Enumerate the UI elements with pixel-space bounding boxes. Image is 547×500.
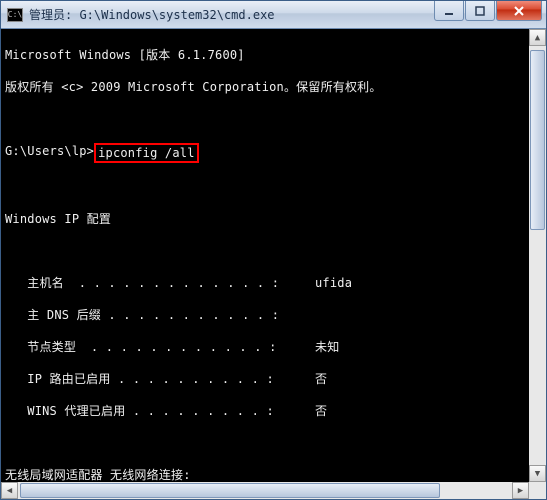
hostname-value: ufida [315,275,352,291]
window-frame: C:\ 管理员: G:\Windows\system32\cmd.exe Mic… [0,0,547,500]
close-button[interactable] [496,1,542,21]
command-text: ipconfig /all [98,146,195,160]
scroll-left-button[interactable]: ◀ [1,482,18,499]
scroll-down-button[interactable]: ▼ [529,465,546,482]
chevron-up-icon: ▲ [535,33,540,43]
header-line2: 版权所有 <c> 2009 Microsoft Corporation。保留所有… [5,79,382,95]
chevron-right-icon: ▶ [518,486,523,496]
node-type-value: 未知 [315,339,339,355]
close-icon [513,5,525,17]
console-output[interactable]: Microsoft Windows [版本 6.1.7600] 版权所有 <c>… [1,29,546,499]
chevron-down-icon: ▼ [535,469,540,479]
node-type-label: 节点类型 . . . . . . . . . . . . : [5,339,315,355]
wins-label: WINS 代理已启用 . . . . . . . . . : [5,403,315,419]
h-track[interactable] [18,482,512,499]
cmd-icon: C:\ [7,8,23,22]
ip-route-label: IP 路由已启用 . . . . . . . . . . : [5,371,315,387]
v-thumb[interactable] [530,50,545,230]
dns-suffix-label: 主 DNS 后缀 . . . . . . . . . . . : [5,307,315,323]
chevron-left-icon: ◀ [7,486,12,496]
window-controls [433,1,546,28]
wins-value: 否 [315,403,327,419]
vertical-scrollbar[interactable]: ▲ ▼ [529,29,546,482]
minimize-button[interactable] [434,1,464,21]
v-track[interactable] [529,46,546,465]
h-thumb[interactable] [20,483,440,498]
titlebar[interactable]: C:\ 管理员: G:\Windows\system32\cmd.exe [1,1,546,29]
maximize-icon [475,6,485,16]
horizontal-scrollbar[interactable]: ◀ ▶ [1,482,529,499]
scrollbar-corner [529,482,546,499]
ip-route-value: 否 [315,371,327,387]
prompt-prefix: G:\Users\lp> [5,143,94,163]
section-ip-title: Windows IP 配置 [5,211,111,227]
scroll-up-button[interactable]: ▲ [529,29,546,46]
maximize-button[interactable] [465,1,495,21]
section-adapter-title: 无线局域网适配器 无线网络连接: [5,467,191,483]
minimize-icon [444,6,454,16]
command-highlight: ipconfig /all [94,143,199,163]
console-area: Microsoft Windows [版本 6.1.7600] 版权所有 <c>… [1,29,546,499]
window-title: 管理员: G:\Windows\system32\cmd.exe [29,6,433,23]
header-line1: Microsoft Windows [版本 6.1.7600] [5,47,245,63]
scroll-right-button[interactable]: ▶ [512,482,529,499]
hostname-label: 主机名 . . . . . . . . . . . . . : [5,275,315,291]
